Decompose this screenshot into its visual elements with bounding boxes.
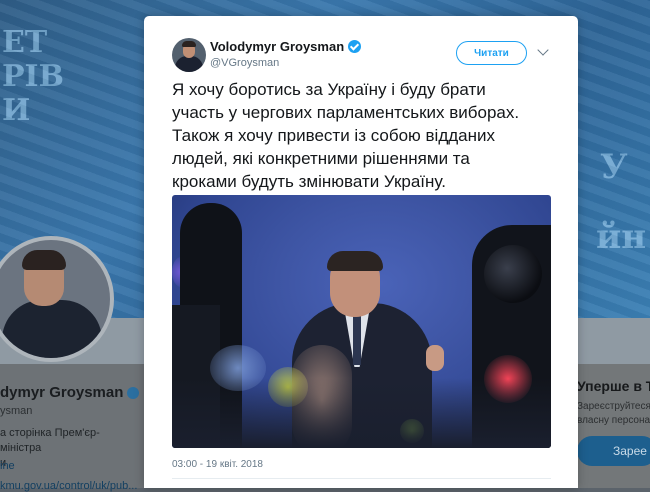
author-handle[interactable]: @VGroysman xyxy=(210,57,279,69)
profile-website-link[interactable]: kmu.gov.ua/control/uk/pub... xyxy=(0,480,137,492)
tweet-photo[interactable] xyxy=(172,195,551,448)
banner-text-line: У xyxy=(600,147,628,187)
banner-text-line: ЕТ xyxy=(2,25,48,60)
author-avatar[interactable] xyxy=(172,38,206,72)
signup-card-subtitle: власну персонал xyxy=(577,415,650,426)
signup-card-subtitle: Зареєструйтеся з xyxy=(577,401,650,412)
chevron-down-icon[interactable] xyxy=(537,44,549,56)
tweet-modal: Volodymyr Groysman @VGroysman Читати Я х… xyxy=(144,16,578,488)
tweet-timestamp[interactable]: 03:00 - 19 квіт. 2018 xyxy=(172,459,263,470)
signup-button[interactable]: Зарее xyxy=(577,436,650,466)
banner-text-line: йн xyxy=(596,217,647,257)
profile-name: dymyr Groysman xyxy=(0,384,140,401)
verified-badge-icon xyxy=(127,387,140,400)
profile-location-link[interactable]: ine xyxy=(0,460,15,472)
tweet-text: Я хочу боротись за Україну і буду брати … xyxy=(172,80,520,191)
signup-card-title: Уперше в Т xyxy=(577,378,650,394)
banner-text-line: РІВ xyxy=(2,59,64,94)
profile-bio: а сторінка Прем'єр-міністра и xyxy=(0,427,100,469)
follow-button[interactable]: Читати xyxy=(456,41,527,65)
divider xyxy=(172,478,551,479)
author-name[interactable]: Volodymyr Groysman xyxy=(210,39,362,54)
banner-text-line: И xyxy=(2,93,31,128)
verified-badge-icon xyxy=(348,40,362,53)
profile-avatar[interactable] xyxy=(0,236,114,362)
profile-handle: ysman xyxy=(0,405,33,417)
